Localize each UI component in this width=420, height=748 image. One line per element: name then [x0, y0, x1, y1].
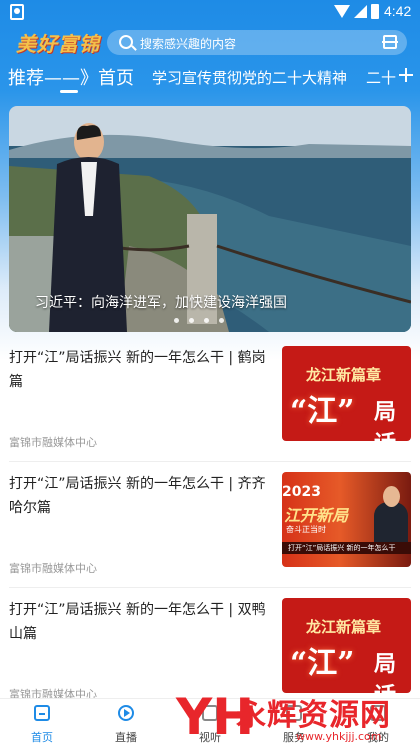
thumb-big-char: “江”	[290, 646, 355, 681]
scan-icon[interactable]	[382, 35, 398, 49]
search-placeholder[interactable]: 搜索感兴趣的内容	[140, 35, 236, 52]
watermark-url: www.yhkjjj.com	[296, 730, 382, 743]
status-bar: 4:42	[0, 0, 420, 24]
cell-signal-icon	[354, 5, 367, 18]
thumb-headline: 江开新局	[284, 506, 349, 525]
thumb-big-char: “江”	[290, 394, 355, 429]
search-bar[interactable]: 搜索感兴趣的内容	[107, 30, 407, 55]
tab-twentieth-congress[interactable]: 学习宣传贯彻党的二十大精神	[152, 67, 347, 88]
anchor-face	[383, 486, 400, 507]
thumb-headline: 龙江新篇章	[306, 366, 382, 384]
nav-live[interactable]: 直播	[86, 699, 166, 748]
news-item[interactable]: 打开“江”局话振兴 新的一年怎么干 | 齐齐哈尔篇 富锦市融媒体中心 2023 …	[0, 472, 420, 599]
channel-tabs: 推荐——》首页 学习宣传贯彻党的二十大精神 二十	[0, 62, 420, 94]
carousel-dots	[174, 318, 234, 326]
app-screen: 4:42 美好富锦 搜索感兴趣的内容 推荐——》首页 学习宣传贯彻党的二十大精神…	[0, 0, 420, 748]
nav-home[interactable]: 首页	[2, 699, 82, 748]
notification-app-icon	[10, 4, 24, 20]
watermark-logo: YH	[176, 688, 255, 746]
live-icon	[118, 705, 134, 721]
banner-carousel[interactable]: 习近平：向海洋进军，加快建设海洋强国	[9, 106, 411, 332]
search-icon	[119, 35, 133, 49]
news-item[interactable]: 打开“江”局话振兴 新的一年怎么干 | 鹤岗篇 富锦市融媒体中心 龙江新篇章 “…	[0, 346, 420, 473]
news-thumbnail[interactable]: 龙江新篇章 “江” 局话	[282, 598, 411, 693]
app-logo[interactable]: 美好富锦	[16, 28, 100, 57]
news-thumbnail[interactable]: 龙江新篇章 “江” 局话	[282, 346, 411, 441]
tab-recommend[interactable]: 推荐——》首页	[8, 64, 134, 90]
plus-icon[interactable]	[396, 66, 416, 86]
carousel-dot[interactable]	[219, 318, 224, 323]
news-thumbnail[interactable]: 2023 江开新局 奋斗正当时 打开“江”局话振兴 新的一年怎么干	[282, 472, 411, 567]
banner-caption: 习近平：向海洋进军，加快建设海洋强国	[35, 295, 287, 311]
carousel-dot[interactable]	[189, 318, 194, 323]
tab-twenty[interactable]: 二十	[366, 67, 396, 88]
news-title[interactable]: 打开“江”局话振兴 新的一年怎么干 | 齐齐哈尔篇	[9, 472, 271, 520]
news-source: 富锦市融媒体中心	[9, 436, 97, 449]
thumb-year: 2023	[282, 484, 321, 500]
watermark: YH 永辉资源网 www.yhkjjj.com	[176, 684, 416, 748]
home-icon	[34, 705, 50, 721]
nav-label: 首页	[31, 731, 53, 744]
watermark-text: 永辉资源网	[236, 698, 391, 733]
news-title[interactable]: 打开“江”局话振兴 新的一年怎么干 | 鹤岗篇	[9, 346, 271, 394]
news-source: 富锦市融媒体中心	[9, 562, 97, 575]
news-title[interactable]: 打开“江”局话振兴 新的一年怎么干 | 双鸭山篇	[9, 598, 271, 646]
nav-label: 直播	[115, 731, 137, 744]
thumb-headline: 龙江新篇章	[306, 618, 382, 636]
thumb-subtitle: 奋斗正当时	[286, 525, 326, 534]
status-time: 4:42	[384, 3, 412, 19]
active-tab-indicator	[60, 90, 78, 93]
battery-icon	[371, 4, 379, 19]
wifi-icon	[334, 5, 350, 18]
carousel-dot[interactable]	[174, 318, 179, 323]
thumb-tail: 局话	[374, 400, 397, 441]
carousel-dot[interactable]	[204, 318, 209, 323]
divider	[9, 461, 411, 462]
divider	[9, 587, 411, 588]
thumb-lower-third-text: 打开“江”局话振兴 新的一年怎么干	[288, 544, 396, 552]
